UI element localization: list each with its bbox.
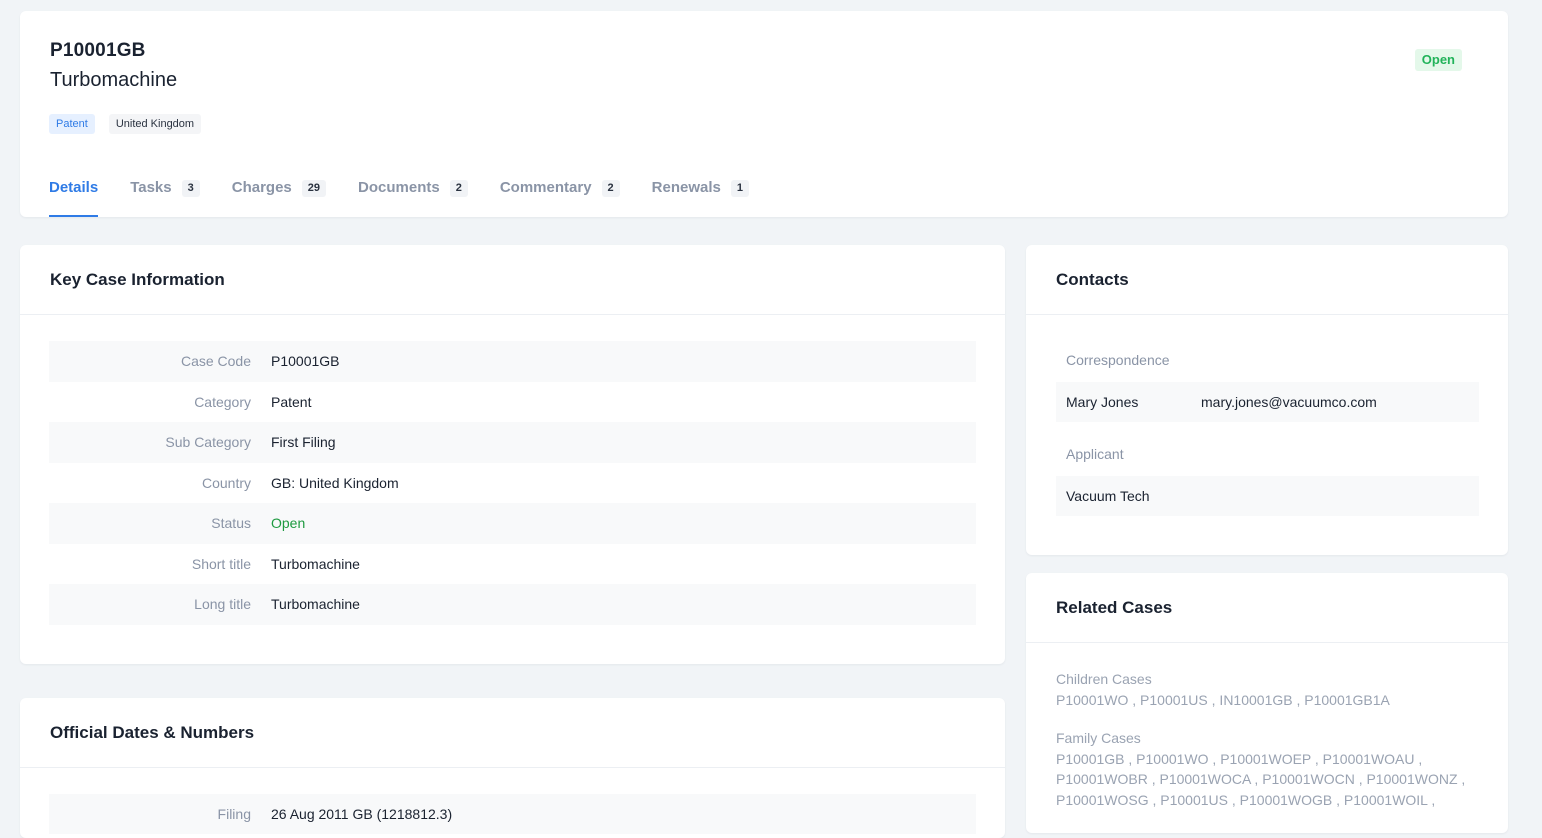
case-type-tag: Patent bbox=[49, 114, 95, 134]
tab-count-badge: 2 bbox=[449, 180, 468, 197]
tab-label: Tasks bbox=[130, 179, 172, 196]
card-title: Official Dates & Numbers bbox=[20, 698, 1005, 768]
related-cases-card: Related Cases Children Cases P10001WO , … bbox=[1026, 573, 1508, 833]
children-cases-block: Children Cases P10001WO , P10001US , IN1… bbox=[1056, 669, 1486, 710]
field-label: Long title bbox=[194, 596, 251, 613]
card-title: Related Cases bbox=[1026, 573, 1508, 643]
field-value: P10001GB bbox=[271, 353, 340, 370]
status-badge: Open bbox=[1414, 49, 1462, 71]
table-row: Case Code P10001GB bbox=[49, 341, 976, 382]
tab-label: Details bbox=[49, 179, 99, 196]
tab-renewals[interactable]: Renewals 1 bbox=[652, 171, 749, 217]
contact-row: Vacuum Tech bbox=[1056, 476, 1479, 516]
field-label: Sub Category bbox=[165, 434, 251, 451]
field-label: Country bbox=[201, 474, 251, 491]
field-label: Short title bbox=[191, 555, 251, 572]
tab-commentary[interactable]: Commentary 2 bbox=[500, 171, 620, 217]
tab-count-badge: 2 bbox=[601, 180, 620, 197]
family-cases-line[interactable]: P10001GB , P10001WO , P10001WOEP , P1000… bbox=[1056, 749, 1486, 770]
table-row: Filing 26 Aug 2011 GB (1218812.3) bbox=[49, 794, 976, 834]
tab-label: Renewals bbox=[651, 179, 721, 196]
field-value: Turbomachine bbox=[271, 596, 360, 613]
case-header-card: P10001GB Turbomachine Patent United King… bbox=[20, 11, 1508, 217]
tab-documents[interactable]: Documents 2 bbox=[358, 171, 468, 217]
field-value: Patent bbox=[271, 393, 312, 410]
tab-details[interactable]: Details bbox=[49, 171, 99, 217]
family-cases-line[interactable]: P10001WOSG , P10001US , P10001WOGB , P10… bbox=[1056, 790, 1486, 811]
card-title: Contacts bbox=[1026, 245, 1508, 315]
key-case-info-table: Case Code P10001GB Category Patent Sub C… bbox=[49, 341, 976, 625]
family-cases-line[interactable]: P10001WOBR , P10001WOCA , P10001WOCN , P… bbox=[1056, 769, 1486, 790]
children-cases-list[interactable]: P10001WO , P10001US , IN10001GB , P10001… bbox=[1056, 690, 1486, 711]
official-dates-card: Official Dates & Numbers Filing 26 Aug 2… bbox=[20, 698, 1005, 838]
tab-label: Commentary bbox=[499, 179, 592, 196]
tab-count-badge: 29 bbox=[301, 180, 327, 197]
table-row: Sub Category First Filing bbox=[49, 422, 976, 463]
tab-charges[interactable]: Charges 29 bbox=[231, 171, 327, 217]
field-label: Category bbox=[194, 393, 251, 410]
contact-name: Mary Jones bbox=[1066, 394, 1139, 410]
table-row: Country GB: United Kingdom bbox=[49, 463, 976, 504]
case-tabs: Details Tasks 3 Charges 29 Documents 2 C… bbox=[49, 171, 781, 217]
case-code: P10001GB bbox=[50, 40, 146, 61]
case-country-tag: United Kingdom bbox=[108, 114, 202, 134]
field-label: Filing bbox=[217, 806, 251, 822]
field-label: Case Code bbox=[180, 353, 251, 370]
tab-label: Documents bbox=[358, 179, 440, 196]
table-row: Long title Turbomachine bbox=[49, 584, 976, 625]
family-cases-block: Family Cases P10001GB , P10001WO , P1000… bbox=[1056, 728, 1486, 810]
contact-row: Mary Jones mary.jones@vacuumco.com bbox=[1056, 382, 1479, 422]
field-value: GB: United Kingdom bbox=[271, 474, 399, 491]
field-value: Turbomachine bbox=[271, 555, 360, 572]
field-label: Status bbox=[211, 515, 251, 532]
applicant-label: Applicant bbox=[1066, 446, 1124, 462]
field-value: First Filing bbox=[271, 434, 336, 451]
tab-label: Charges bbox=[231, 179, 292, 196]
contact-email-link[interactable]: mary.jones@vacuumco.com bbox=[1201, 394, 1377, 410]
status-value: Open bbox=[271, 515, 306, 532]
table-row: Short title Turbomachine bbox=[49, 544, 976, 585]
key-case-information-card: Key Case Information Case Code P10001GB … bbox=[20, 245, 1005, 664]
tab-tasks[interactable]: Tasks 3 bbox=[130, 171, 200, 217]
contacts-card: Contacts Correspondence Mary Jones mary.… bbox=[1026, 245, 1508, 555]
children-cases-label: Children Cases bbox=[1056, 671, 1152, 687]
card-title: Key Case Information bbox=[20, 245, 1005, 315]
case-title: Turbomachine bbox=[50, 69, 178, 91]
tab-count-badge: 3 bbox=[181, 180, 200, 197]
correspondence-label: Correspondence bbox=[1066, 352, 1170, 368]
table-row: Category Patent bbox=[49, 382, 976, 423]
tab-count-badge: 1 bbox=[730, 180, 749, 197]
applicant-name: Vacuum Tech bbox=[1066, 488, 1150, 504]
family-cases-label: Family Cases bbox=[1056, 730, 1141, 746]
case-tags: Patent United Kingdom bbox=[49, 114, 202, 134]
table-row: Status Open bbox=[49, 503, 976, 544]
field-value: 26 Aug 2011 GB (1218812.3) bbox=[271, 806, 453, 822]
